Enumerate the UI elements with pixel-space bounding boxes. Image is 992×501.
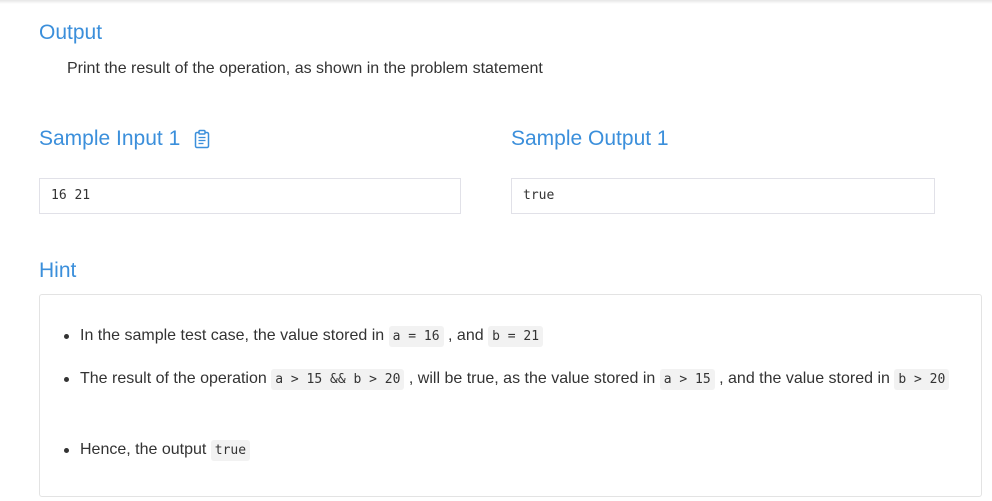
output-heading: Output (39, 21, 103, 44)
clipboard-icon[interactable] (194, 129, 210, 149)
hint-item: In the sample test case, the value store… (64, 322, 960, 351)
inline-code: b > 20 (894, 369, 950, 390)
top-shadow (0, 0, 992, 4)
inline-code: a > 15 (659, 369, 715, 390)
inline-code: a > 15 && b > 20 (271, 369, 405, 390)
hint-text: The result of the operation (80, 370, 272, 387)
hint-text: , and (443, 327, 489, 344)
sample-input-heading-text: Sample Input 1 (39, 127, 181, 150)
hint-item: The result of the operation a > 15 && b … (64, 365, 960, 394)
inline-code: true (210, 440, 251, 461)
hint-text: In the sample test case, the value store… (80, 327, 389, 344)
sample-output-box[interactable]: true (511, 178, 935, 214)
sample-input-box[interactable]: 16 21 (39, 178, 461, 214)
hint-text: , will be true, as the value stored in (404, 370, 660, 387)
inline-code: b = 21 (488, 326, 544, 347)
hint-heading: Hint (39, 259, 77, 282)
hint-item: Hence, the output true (64, 436, 960, 465)
hint-panel: In the sample test case, the value store… (39, 294, 982, 497)
sample-input-heading: Sample Input 1 (39, 126, 210, 152)
sample-output-heading: Sample Output 1 (511, 127, 669, 150)
output-description: Print the result of the operation, as sh… (67, 60, 543, 77)
hint-text: Hence, the output (80, 441, 211, 458)
hint-text: , and the value stored in (714, 370, 895, 387)
inline-code: a = 16 (388, 326, 444, 347)
